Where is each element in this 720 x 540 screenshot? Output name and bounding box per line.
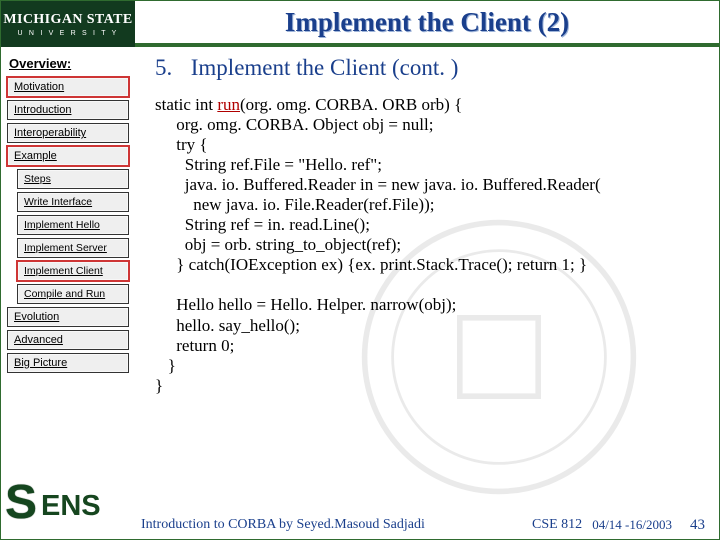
footer-left: Introduction to CORBA by Seyed.Masoud Sa… [141,517,425,533]
footer-course: CSE 812 [532,517,582,533]
sidebar-item-big-picture[interactable]: Big Picture [7,353,129,373]
sidebar-item-interoperability[interactable]: Interoperability [7,123,129,143]
sens-logo: SENS [5,475,131,535]
sidebar-heading: Overview: [7,53,129,77]
page-title: Implement the Client (2) [285,7,569,38]
page-number: 43 [690,517,705,534]
sidebar-item-introduction[interactable]: Introduction [7,100,129,120]
logo-line2: U N I V E R S I T Y [18,30,119,37]
msu-logo: MICHIGAN STATE U N I V E R S I T Y [1,1,135,47]
sidebar-item-evolution[interactable]: Evolution [7,307,129,327]
footer-date: 04/14 -16/2003 [592,517,672,533]
sidebar-item-example[interactable]: Example [7,146,129,166]
step-heading: 5. Implement the Client (cont. ) [155,55,705,81]
sidebar-item-advanced[interactable]: Advanced [7,330,129,350]
sidebar-item-motivation[interactable]: Motivation [7,77,129,97]
run-keyword: run [217,95,240,114]
code-block: static int run(org. omg. CORBA. ORB orb)… [155,95,705,396]
sidebar-item-write-interface[interactable]: Write Interface [17,192,129,212]
slide: MICHIGAN STATE U N I V E R S I T Y Imple… [0,0,720,540]
sidebar-item-implement-server[interactable]: Implement Server [17,238,129,258]
sidebar-item-compile-and-run[interactable]: Compile and Run [17,284,129,304]
sidebar-item-steps[interactable]: Steps [17,169,129,189]
title-area: Implement the Client (2) [135,1,719,43]
step-text: Implement the Client (cont. ) [191,55,459,80]
sidebar: Overview: Motivation Introduction Interope… [1,47,135,507]
sidebar-item-implement-client[interactable]: Implement Client [17,261,129,281]
body: Overview: Motivation Introduction Interope… [1,47,719,507]
top-bar: MICHIGAN STATE U N I V E R S I T Y Imple… [1,1,719,47]
logo-line1: MICHIGAN STATE [3,12,132,28]
step-number: 5. [155,55,185,81]
content: 5. Implement the Client (cont. ) static … [135,47,719,507]
sidebar-item-implement-hello[interactable]: Implement Hello [17,215,129,235]
